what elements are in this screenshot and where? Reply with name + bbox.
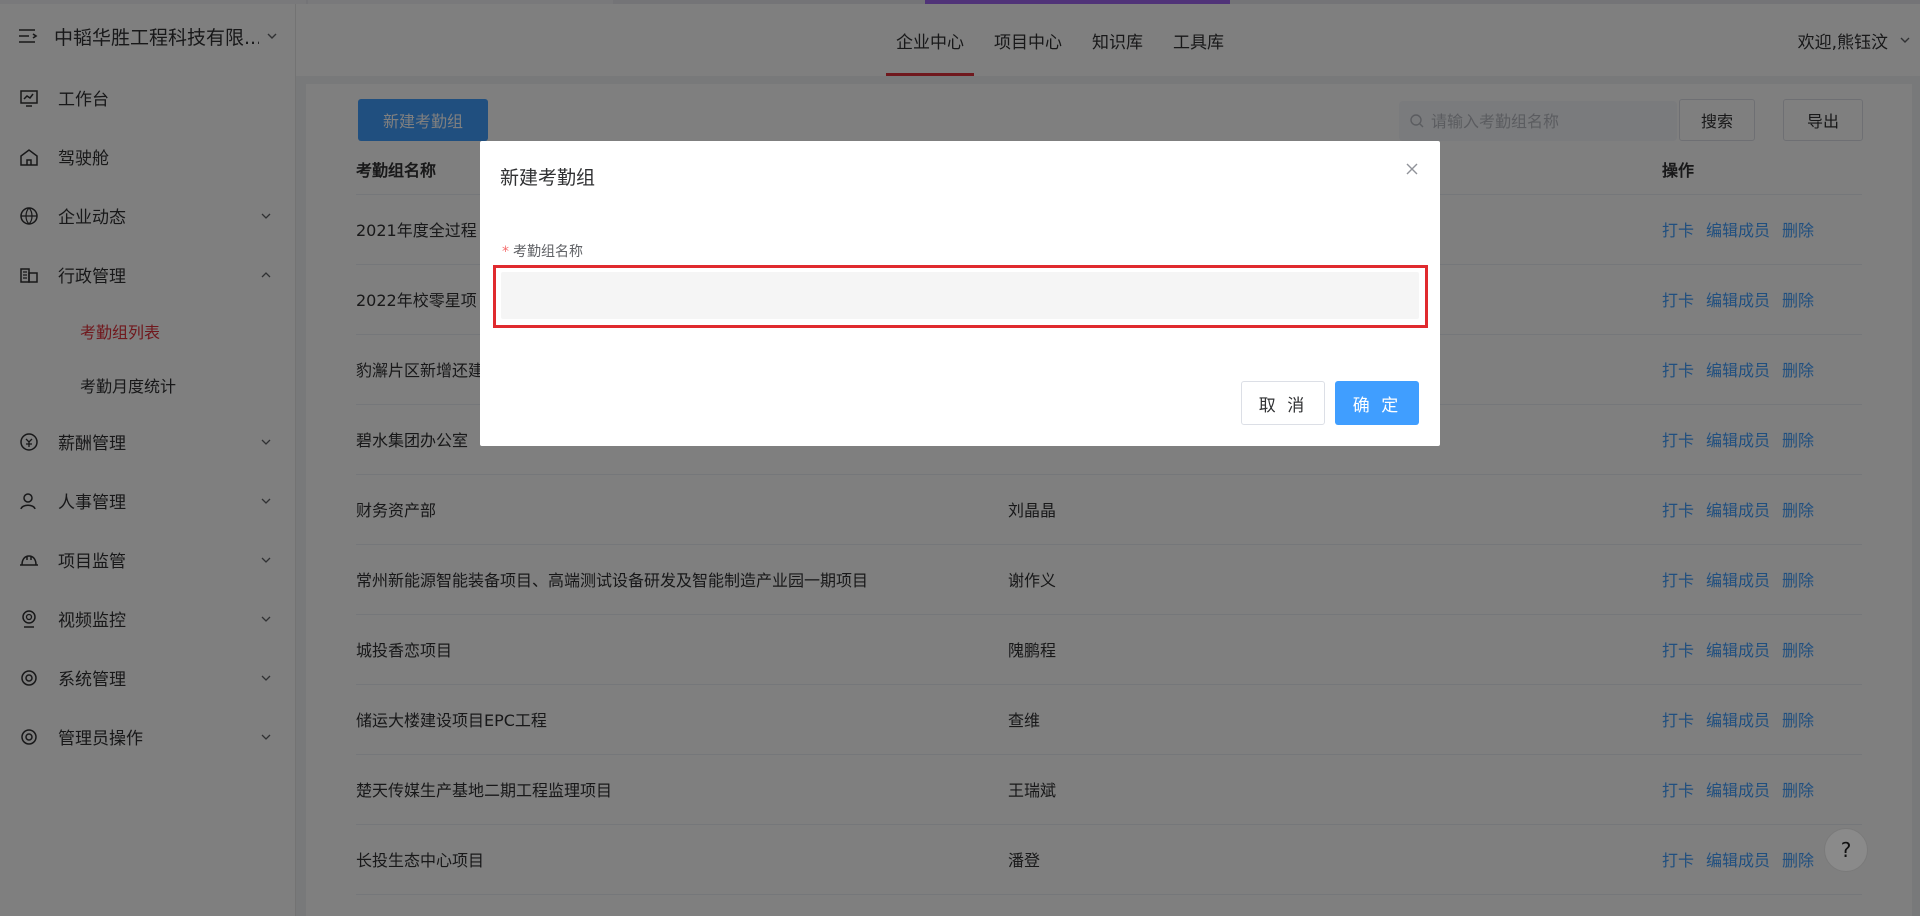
group-name-input[interactable] xyxy=(501,272,1419,319)
confirm-button[interactable]: 确 定 xyxy=(1335,381,1419,425)
dialog-title: 新建考勤组 xyxy=(500,167,596,189)
help-button[interactable]: ? xyxy=(1824,828,1868,872)
cancel-button[interactable]: 取 消 xyxy=(1241,381,1325,425)
group-name-label-text: 考勤组名称 xyxy=(513,244,583,260)
close-icon[interactable] xyxy=(1404,161,1420,177)
required-mark: * xyxy=(502,244,509,260)
new-attendance-group-dialog: 新建考勤组 * 考勤组名称 取 消 确 定 xyxy=(480,141,1440,446)
modal-overlay[interactable] xyxy=(0,0,1920,916)
group-name-label: * 考勤组名称 xyxy=(502,241,583,261)
